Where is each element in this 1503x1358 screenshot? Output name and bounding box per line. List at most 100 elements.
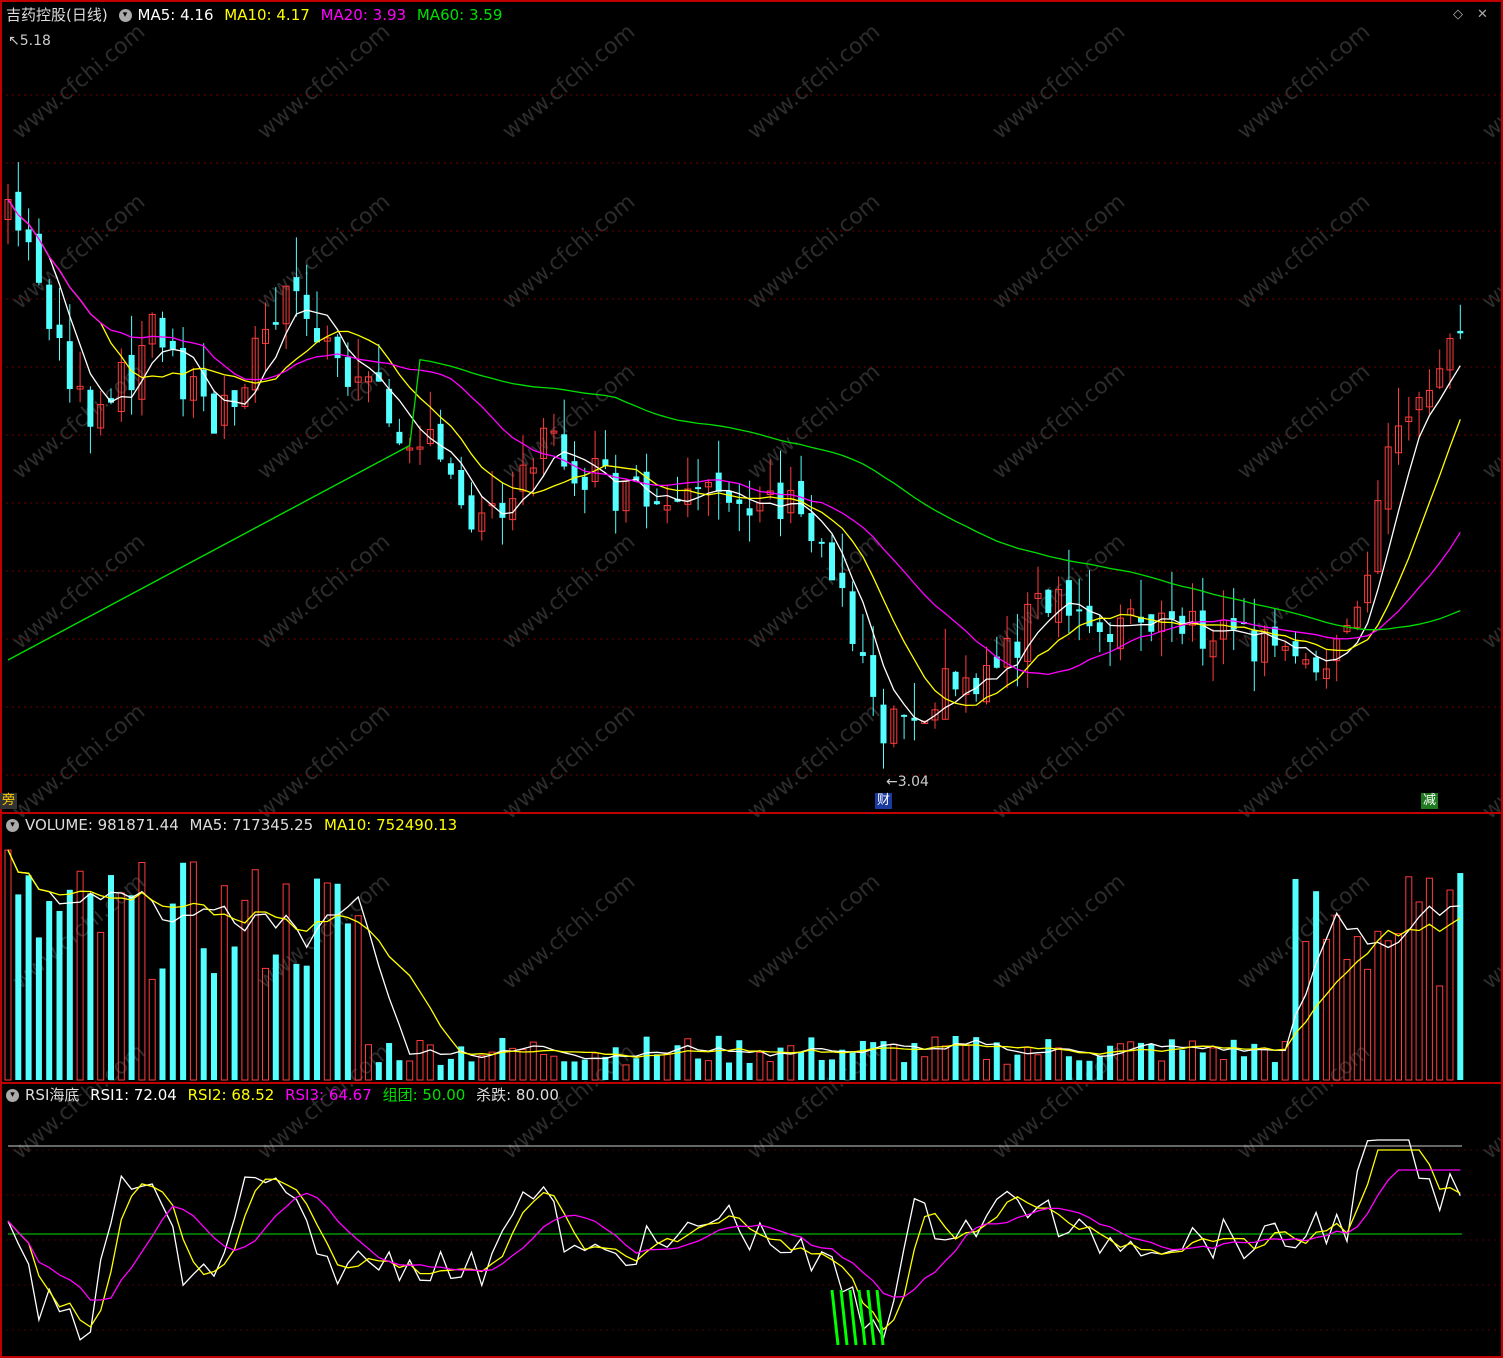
candle-body [211,393,217,434]
candle-body [1076,609,1083,612]
watermark-text: www.cfchi.com [1233,19,1375,144]
candle-body [1065,580,1072,616]
candle-body [293,277,300,292]
volume-bar [35,937,42,1080]
volume-bar [293,963,300,1080]
chevron-down-icon[interactable]: ▾ [118,9,132,22]
rsi2-label: RSI2: 68.52 [187,1086,275,1104]
volume-bar [859,1040,866,1080]
volume-bar [1086,1060,1093,1080]
volume-bar [1138,1042,1144,1080]
candle-body [1168,611,1175,620]
volume-bar [1374,930,1382,1081]
volume-bar [715,1035,722,1080]
close-icon[interactable]: ✕ [1477,6,1488,24]
volume-bar [303,965,310,1080]
volume-bar [108,875,114,1080]
volume-bar [1076,1060,1083,1080]
candle-body [715,472,722,492]
chevron-down-icon[interactable]: ▾ [6,819,19,832]
watermark-text: www.cfchi.com [988,19,1130,144]
volume-bar [189,861,197,1081]
watermark-text: www.cfchi.com [498,869,640,994]
volume-bar [272,954,279,1080]
watermark-text: www.cfchi.com [8,699,150,824]
volume-bar [1158,1060,1166,1081]
watermark-text: www.cfchi.com [1478,869,1503,994]
event-tag-finance[interactable]: 财 [875,793,893,809]
volume-bar [231,946,238,1080]
candle-body [1230,618,1237,630]
candle-body [46,284,53,329]
watermark-text: www.cfchi.com [1233,699,1375,824]
chevron-down-icon[interactable]: ▾ [6,1089,19,1102]
volume-bar [169,903,176,1080]
volume-bar [561,1061,568,1080]
volume-bar [478,1055,486,1081]
candle-body [901,714,908,717]
volume-bar [695,1058,702,1080]
event-tag-left[interactable]: 旁 [0,793,18,809]
volume-bar [550,1055,558,1081]
volume-bar [519,1049,527,1081]
kill-label: 杀跌: 80.00 [476,1086,559,1104]
candle-body [396,431,403,444]
diamond-icon[interactable]: ◇ [1453,6,1463,24]
volume-bar [386,1043,393,1080]
rsi3-label: RSI3: 64.67 [285,1086,372,1104]
volume-bar [66,889,73,1080]
volume-bar [973,1037,980,1080]
event-tag-reduce[interactable]: 减 [1421,793,1439,809]
volume-bar [581,1059,588,1080]
candle-body [1107,633,1114,643]
watermark-text: www.cfchi.com [253,699,395,824]
candle-body [818,541,825,544]
volume-bar [1313,891,1320,1080]
volume-bar [1024,1047,1032,1081]
watermark-text: www.cfchi.com [1478,359,1503,484]
volume-bar [1096,1056,1103,1080]
candle-body [1199,610,1206,649]
volume-bar [1322,938,1330,1081]
watermark-text: www.cfchi.com [743,529,885,654]
volume-bar [1179,1049,1186,1080]
ma5-label: MA5: 4.16 [137,6,214,24]
watermark-text: www.cfchi.com [743,189,885,314]
volume-bar [87,893,94,1080]
volume-bar [663,1052,671,1081]
volume-bar [396,1060,403,1080]
volume-bar [159,968,166,1080]
volume-bar [406,1060,414,1081]
volume-bar [529,1041,537,1081]
volume-ma10-label: MA10: 752490.13 [324,816,458,834]
watermark-text: www.cfchi.com [253,529,395,654]
volume-ma-lines [7,849,1461,1060]
watermark-text: www.cfchi.com [988,359,1130,484]
candle-body [437,423,444,460]
volume-bar [97,931,105,1081]
ma10-label: MA10: 4.17 [224,6,310,24]
watermark-text: www.cfchi.com [1478,529,1503,654]
volume-bar [540,1053,548,1081]
period-label: (日线) [66,6,108,24]
volume-bar [787,1045,795,1081]
volume-bar [1261,1048,1269,1081]
stock-chart[interactable]: www.cfchi.com www.cfchi.com www.cfchi.com w… [0,0,1503,1358]
rsi3-line [7,1169,1461,1301]
high-price-marker: ↖5.18 [8,33,51,49]
watermark-text: www.cfchi.com [253,359,395,484]
watermark-text: www.cfchi.com [1478,1039,1503,1164]
volume-bar [849,1052,856,1080]
volume-bar [1395,933,1402,1081]
ma60-label: MA60: 3.59 [416,6,503,24]
watermark-text: www.cfchi.com [1478,189,1503,314]
volume-bar [1436,985,1444,1081]
rsi1-label: RSI1: 72.04 [90,1086,177,1104]
volume-bar [962,1044,970,1081]
volume-bar [15,894,22,1080]
candle-body [612,472,619,511]
candle-body [726,490,732,503]
watermark-text: www.cfchi.com [1478,699,1503,824]
candle-body [35,233,42,283]
watermark-text: www.cfchi.com [743,19,885,144]
